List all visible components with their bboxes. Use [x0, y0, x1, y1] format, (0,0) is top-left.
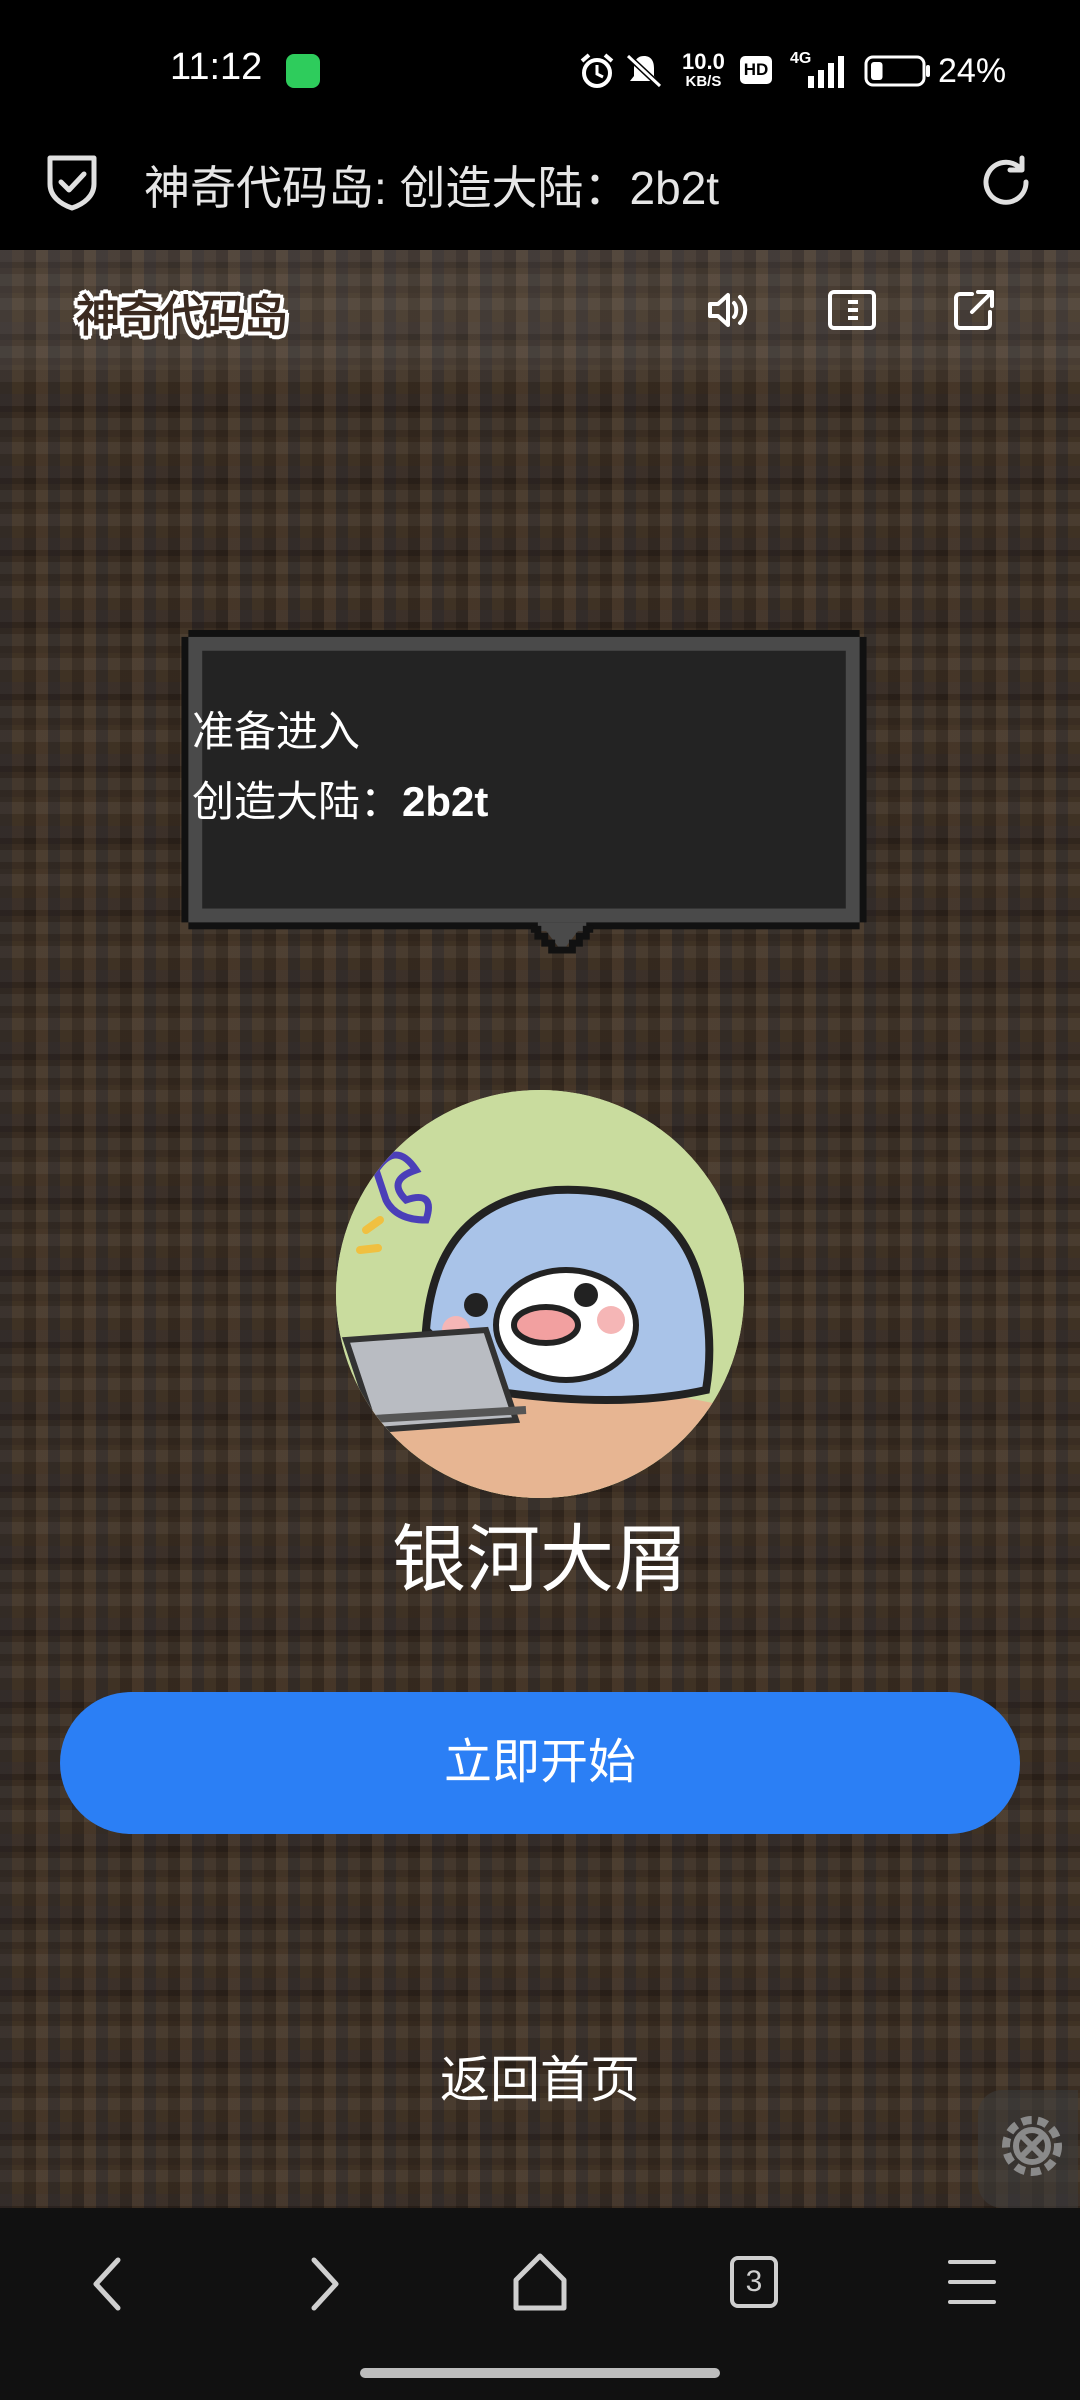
player-avatar — [336, 1090, 744, 1498]
dialog-line-2: 创造大陆：2b2t — [192, 768, 488, 829]
alarm-icon — [580, 53, 614, 88]
menu-icon[interactable] — [946, 2256, 998, 2308]
dialog-line-1: 准备进入 — [192, 708, 361, 755]
signal-icon — [808, 56, 844, 88]
settings-fab[interactable] — [978, 2090, 1078, 2208]
dialog-world-prefix: 创造大陆： — [192, 778, 403, 825]
network-speed: 10.0 KB/S — [682, 49, 725, 91]
app-logo: 神奇代码岛 — [76, 292, 288, 341]
start-button[interactable]: 立即开始 — [60, 1692, 1020, 1834]
tabs-button[interactable]: 3 — [730, 2256, 778, 2308]
battery-icon — [864, 55, 930, 87]
home-indicator[interactable] — [360, 2368, 720, 2378]
forward-icon[interactable] — [304, 2254, 344, 2314]
page-title[interactable]: 神奇代码岛: 创造大陆：2b2t — [144, 152, 719, 218]
message-app-icon — [286, 54, 320, 88]
shield-check-icon[interactable] — [44, 152, 100, 212]
hd-badge: HD — [740, 56, 772, 84]
home-icon[interactable] — [510, 2250, 570, 2314]
back-home-link[interactable]: 返回首页 — [0, 2040, 1080, 2112]
back-icon[interactable] — [88, 2254, 128, 2314]
avatar-illustration — [336, 1090, 744, 1498]
external-link-icon[interactable] — [950, 286, 998, 334]
menu-list-icon[interactable] — [826, 286, 878, 334]
status-time: 11:12 — [170, 46, 263, 88]
mute-icon — [625, 53, 663, 89]
gear-tools-icon — [1002, 2116, 1062, 2176]
speaker-icon[interactable] — [704, 286, 752, 334]
player-name: 银河大屑 — [392, 1518, 688, 1601]
dialog-world-name: 2b2t — [402, 778, 489, 825]
refresh-icon[interactable] — [976, 152, 1036, 212]
battery-percent: 24% — [938, 52, 1007, 90]
